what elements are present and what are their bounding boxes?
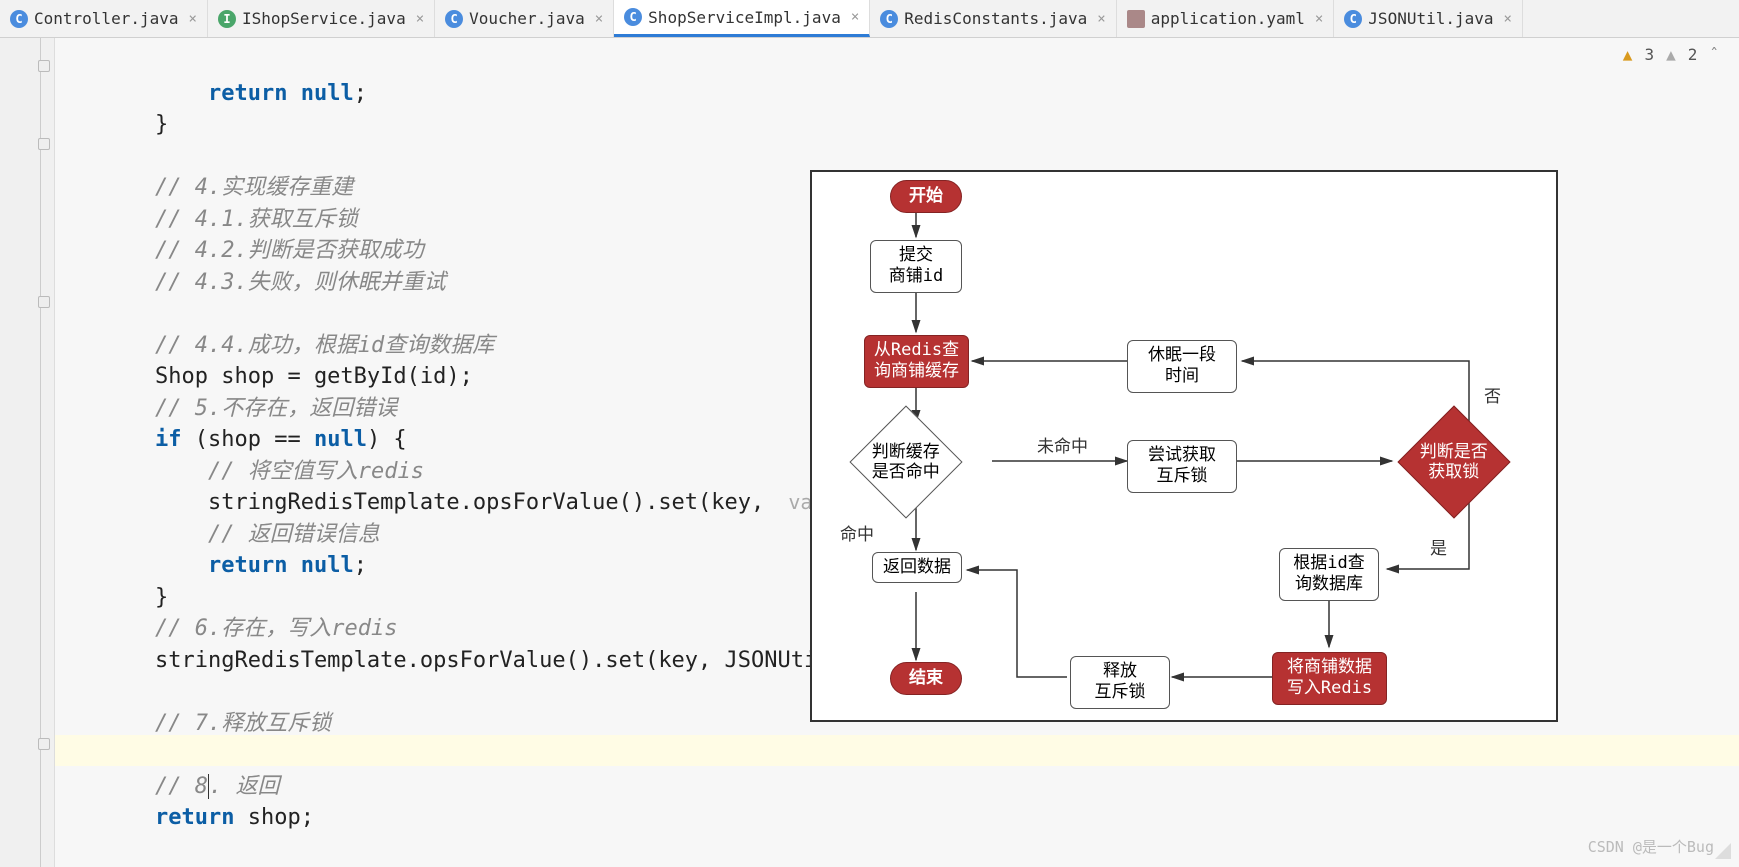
flowchart-sleep: 休眠一段 时间 [1127, 340, 1237, 393]
tab-label: IShopService.java [242, 9, 406, 28]
flowchart-lock-check: 判断是否 获取锁 [1397, 405, 1510, 518]
flowchart-redis-query: 从Redis查 询商铺缓存 [864, 335, 969, 388]
tab-label: JSONUtil.java [1368, 9, 1493, 28]
class-icon: C [624, 8, 642, 26]
class-icon: C [880, 10, 898, 28]
close-icon[interactable]: × [851, 9, 859, 25]
tab-application[interactable]: application.yaml × [1117, 0, 1335, 37]
flowchart-label-miss: 未命中 [1037, 432, 1088, 457]
fold-icon[interactable] [38, 296, 50, 308]
flowchart-end: 结束 [890, 662, 962, 695]
flowchart-return-data: 返回数据 [872, 552, 962, 583]
resize-handle[interactable] [1715, 843, 1731, 859]
flowchart-diagram: 开始 提交 商铺id 从Redis查 询商铺缓存 休眠一段 时间 判断缓存 是否… [810, 170, 1558, 722]
class-icon: C [10, 10, 28, 28]
fold-icon[interactable] [38, 138, 50, 150]
flowchart-release-lock: 释放 互斥锁 [1070, 656, 1170, 709]
close-icon[interactable]: × [1504, 11, 1512, 27]
interface-icon: I [218, 10, 236, 28]
tab-label: Voucher.java [469, 9, 585, 28]
fold-icon[interactable] [38, 738, 50, 750]
tab-redisconstants[interactable]: C RedisConstants.java × [870, 0, 1116, 37]
tab-shopserviceimpl[interactable]: C ShopServiceImpl.java × [614, 0, 870, 37]
close-icon[interactable]: × [595, 11, 603, 27]
flowchart-write-redis: 将商铺数据 写入Redis [1272, 652, 1387, 705]
tab-label: Controller.java [34, 9, 179, 28]
current-line-highlight [55, 735, 1739, 766]
tab-jsonutil[interactable]: C JSONUtil.java × [1334, 0, 1523, 37]
flowchart-hit-check: 判断缓存 是否命中 [849, 405, 962, 518]
tab-label: application.yaml [1151, 9, 1305, 28]
flowchart-submit-id: 提交 商铺id [870, 240, 962, 293]
flowchart-label-hit: 命中 [840, 520, 874, 545]
close-icon[interactable]: × [416, 11, 424, 27]
gutter [0, 38, 55, 867]
tab-ishopservice[interactable]: I IShopService.java × [208, 0, 435, 37]
yaml-icon [1127, 10, 1145, 28]
flowchart-try-lock: 尝试获取 互斥锁 [1127, 440, 1237, 493]
tab-voucher[interactable]: C Voucher.java × [435, 0, 614, 37]
fold-icon[interactable] [38, 60, 50, 72]
tab-bar: C Controller.java × I IShopService.java … [0, 0, 1739, 38]
class-icon: C [1344, 10, 1362, 28]
tab-label: ShopServiceImpl.java [648, 8, 841, 27]
tab-controller[interactable]: C Controller.java × [0, 0, 208, 37]
flowchart-start: 开始 [890, 180, 962, 213]
flowchart-label-yes: 是 [1430, 534, 1447, 559]
close-icon[interactable]: × [1097, 11, 1105, 27]
flowchart-query-db: 根据id查 询数据库 [1279, 548, 1379, 601]
class-icon: C [445, 10, 463, 28]
close-icon[interactable]: × [189, 11, 197, 27]
watermark: CSDN @是一个Bug [1588, 836, 1714, 857]
close-icon[interactable]: × [1315, 11, 1323, 27]
tab-label: RedisConstants.java [904, 9, 1087, 28]
flowchart-label-no: 否 [1484, 382, 1501, 407]
